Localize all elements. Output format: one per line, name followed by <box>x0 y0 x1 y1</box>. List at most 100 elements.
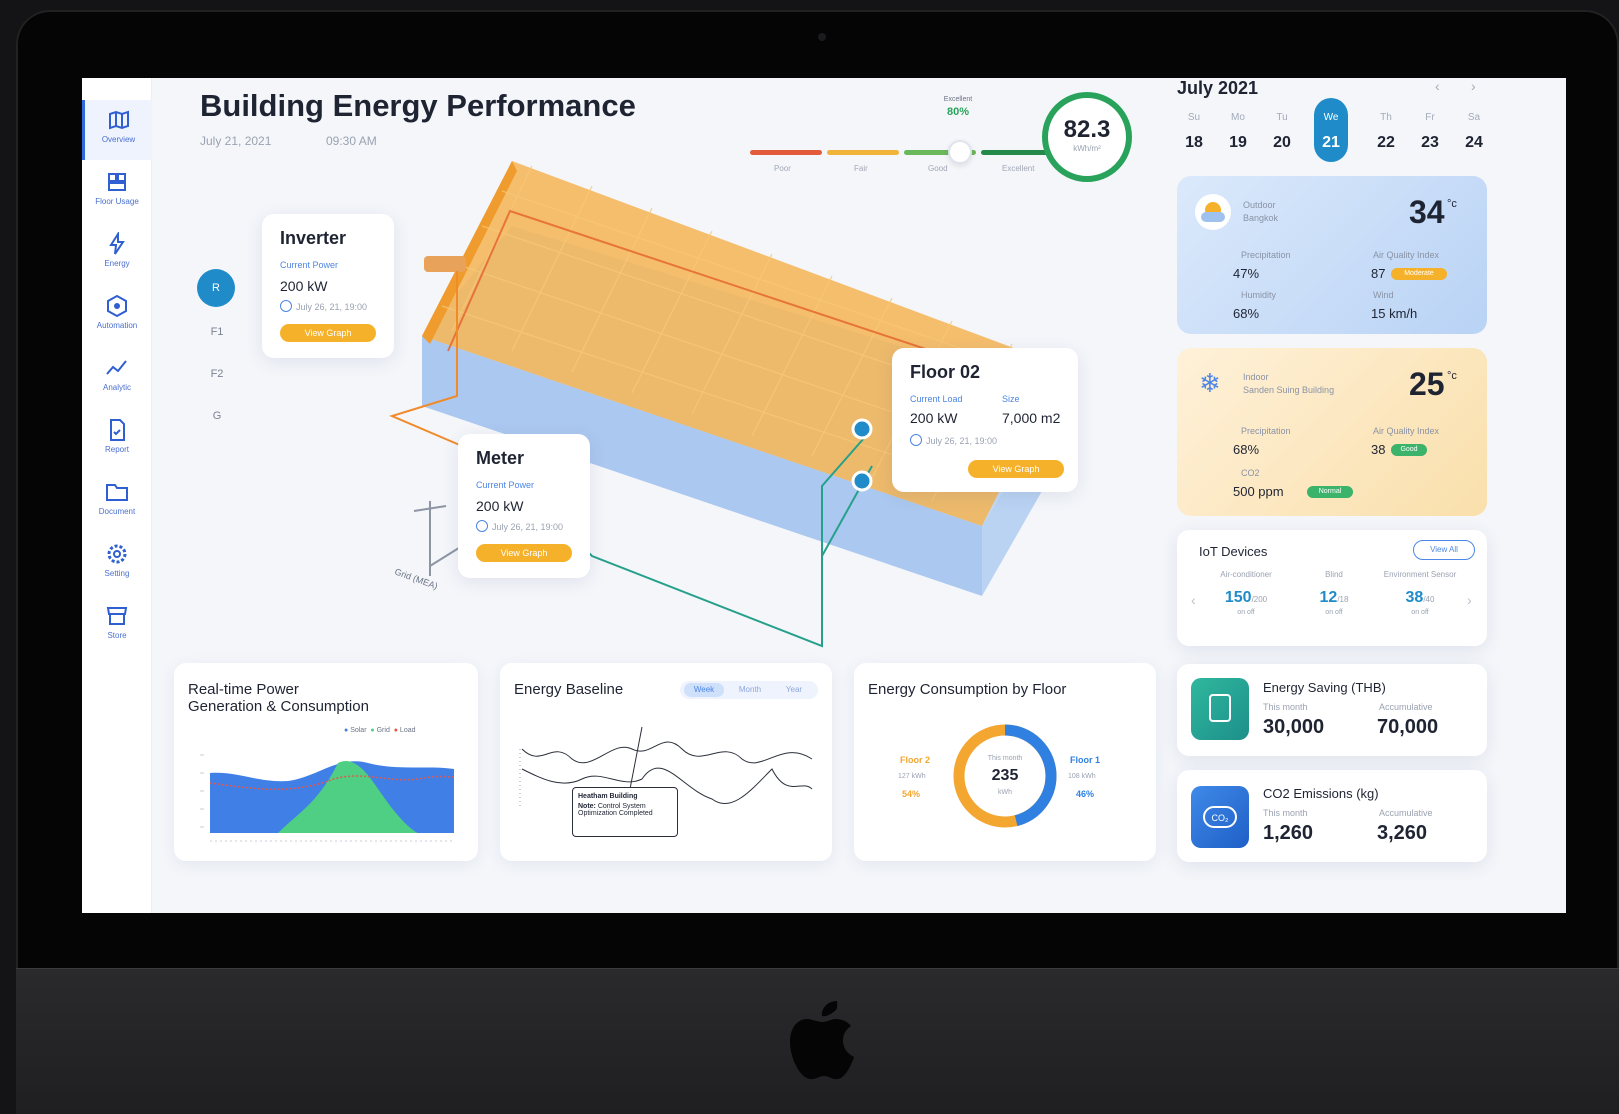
floor-usage-icon <box>108 173 126 191</box>
floor-hotspot-1[interactable] <box>851 418 873 440</box>
iot-device-total: /40 <box>1423 595 1435 604</box>
floor02-meta: July 26, 21, 19:00 <box>926 436 998 446</box>
dashboard-screen: Overview Floor Usage Energy Automation A… <box>82 78 1566 913</box>
floor02-size-label: Size <box>1002 394 1020 404</box>
apple-logo-icon <box>790 1001 854 1080</box>
iot-prev-icon[interactable]: ‹ <box>1191 592 1196 608</box>
outdoor-precip-label: Precipitation <box>1241 250 1291 260</box>
donut-center-unit: kWh <box>998 789 1012 796</box>
calendar: July 2021 ‹ › Su Mo Tu We Th Fr Sa 18 19… <box>1177 78 1557 168</box>
floor-btn-f1[interactable]: F1 <box>197 314 237 350</box>
inverter-view-graph-button[interactable]: View Graph <box>280 324 376 342</box>
outdoor-wind-label: Wind <box>1373 290 1394 300</box>
calendar-day[interactable]: 24 <box>1457 134 1491 152</box>
outdoor-title: Outdoor <box>1243 200 1276 210</box>
meter-view-graph-button[interactable]: View Graph <box>476 544 572 562</box>
iot-device-total: /200 <box>1251 595 1268 604</box>
calendar-month[interactable]: July 2021 <box>1177 78 1258 99</box>
calendar-dow: Su <box>1187 112 1201 123</box>
nav-floor-usage[interactable]: Floor Usage <box>82 162 152 222</box>
nav-store[interactable]: Store <box>82 596 152 656</box>
outdoor-humidity-label: Humidity <box>1241 290 1277 300</box>
calendar-dow: Sa <box>1467 112 1481 123</box>
calendar-day[interactable]: 18 <box>1177 134 1211 152</box>
floor02-view-graph-button[interactable]: View Graph <box>968 460 1064 478</box>
rating-fair-segment <box>827 150 899 155</box>
iot-device-sensor[interactable]: Environment Sensor 38/40 on off <box>1381 570 1459 634</box>
nav-energy[interactable]: Energy <box>82 224 152 284</box>
donut-center-label: This month <box>987 755 1023 762</box>
meter-card: Meter Current Power 200 kW July 26, 21, … <box>458 434 590 578</box>
iot-device-off: off <box>1335 609 1343 616</box>
header-time: 09:30 AM <box>326 134 377 148</box>
calendar-day[interactable]: 23 <box>1413 134 1447 152</box>
rating-excellent-segment <box>981 150 1053 155</box>
page-title: Building Energy Performance <box>200 88 636 123</box>
saving-value-a: 30,000 <box>1263 716 1325 738</box>
floor-btn-r[interactable]: R <box>197 269 235 307</box>
nav-setting[interactable]: Setting <box>82 534 152 594</box>
energy-baseline-panel: Energy Baseline Week Month Year Heatham … <box>500 663 832 861</box>
floor2-pct: 54% <box>902 789 921 799</box>
iot-device-ac[interactable]: Air-conditioner 150/200 on off <box>1207 570 1285 634</box>
energy-score-value: 82.3 <box>1063 116 1111 143</box>
co2-label-b: Accumulative <box>1379 808 1433 818</box>
outdoor-temp: 34 <box>1409 194 1445 230</box>
celsius-icon: °c <box>1447 370 1457 382</box>
iot-devices-card: IoT Devices View All ‹ › Air-conditioner… <box>1177 530 1487 646</box>
calendar-day[interactable]: 20 <box>1265 134 1299 152</box>
calendar-dow: Tu <box>1276 112 1288 123</box>
iot-device-count: 150 <box>1224 589 1252 606</box>
realtime-title-line2: Generation & Consumption <box>188 698 369 715</box>
tab-week[interactable]: Week <box>684 683 724 697</box>
realtime-title: Real-time Power Generation & Consumption <box>188 681 369 715</box>
legend-load: Load <box>399 727 416 734</box>
nav-analytic[interactable]: Analytic <box>82 348 152 408</box>
iot-view-all-button[interactable]: View All <box>1413 540 1475 560</box>
indoor-co2: 500 ppm <box>1233 484 1284 499</box>
nav-automation[interactable]: Automation <box>82 286 152 346</box>
calendar-day[interactable]: 19 <box>1221 134 1255 152</box>
outdoor-place: Bangkok <box>1243 213 1279 223</box>
inverter-meta: July 26, 21, 19:00 <box>296 302 368 312</box>
iot-device-on: on <box>1237 609 1246 616</box>
clock-icon <box>476 520 488 532</box>
iot-device-off: off <box>1247 609 1255 616</box>
automation-icon <box>107 294 127 318</box>
outdoor-wind: 15 km/h <box>1371 306 1418 321</box>
tab-month[interactable]: Month <box>730 683 770 697</box>
tab-year[interactable]: Year <box>774 683 814 697</box>
floor-btn-f2[interactable]: F2 <box>197 356 237 392</box>
iot-next-icon[interactable]: › <box>1467 592 1472 608</box>
floor-hotspot-2[interactable] <box>851 470 873 492</box>
iot-device-on: on <box>1325 609 1334 616</box>
realtime-title-line1: Real-time Power <box>188 681 299 698</box>
iot-device-blind[interactable]: Blind 12/18 on off <box>1295 570 1373 634</box>
nav-report[interactable]: Report <box>82 410 152 470</box>
calendar-prev-icon[interactable]: ‹ <box>1435 78 1440 94</box>
indoor-aqi: 38 <box>1371 442 1386 457</box>
rating-current-pct: 80% <box>946 106 970 118</box>
indoor-co2-label: CO2 <box>1241 468 1260 478</box>
indoor-precip-label: Precipitation <box>1241 426 1291 436</box>
indoor-place: Sanden Suing Building <box>1243 385 1335 395</box>
meter-meta: July 26, 21, 19:00 <box>492 522 564 532</box>
clock-icon <box>910 434 922 446</box>
grid-tower <box>413 501 463 576</box>
iot-device-name: Environment Sensor <box>1383 570 1457 579</box>
nav-overview[interactable]: Overview <box>82 100 152 160</box>
floor2-name: Floor 2 <box>900 755 931 765</box>
snowflake-icon: ❄ <box>1199 368 1221 398</box>
saving-label-b: Accumulative <box>1379 702 1433 712</box>
calendar-day[interactable]: 22 <box>1369 134 1403 152</box>
store-icon <box>106 607 128 625</box>
saving-label-a: This month <box>1263 702 1308 712</box>
nav-document[interactable]: Document <box>82 472 152 532</box>
floor-btn-g[interactable]: G <box>197 398 237 434</box>
calendar-day[interactable]: 21 <box>1314 134 1348 152</box>
calendar-dow: Th <box>1380 112 1392 123</box>
calendar-next-icon[interactable]: › <box>1471 78 1476 94</box>
camera <box>818 33 826 41</box>
iot-device-off: off <box>1421 609 1429 616</box>
floor02-load-label: Current Load <box>910 394 963 404</box>
